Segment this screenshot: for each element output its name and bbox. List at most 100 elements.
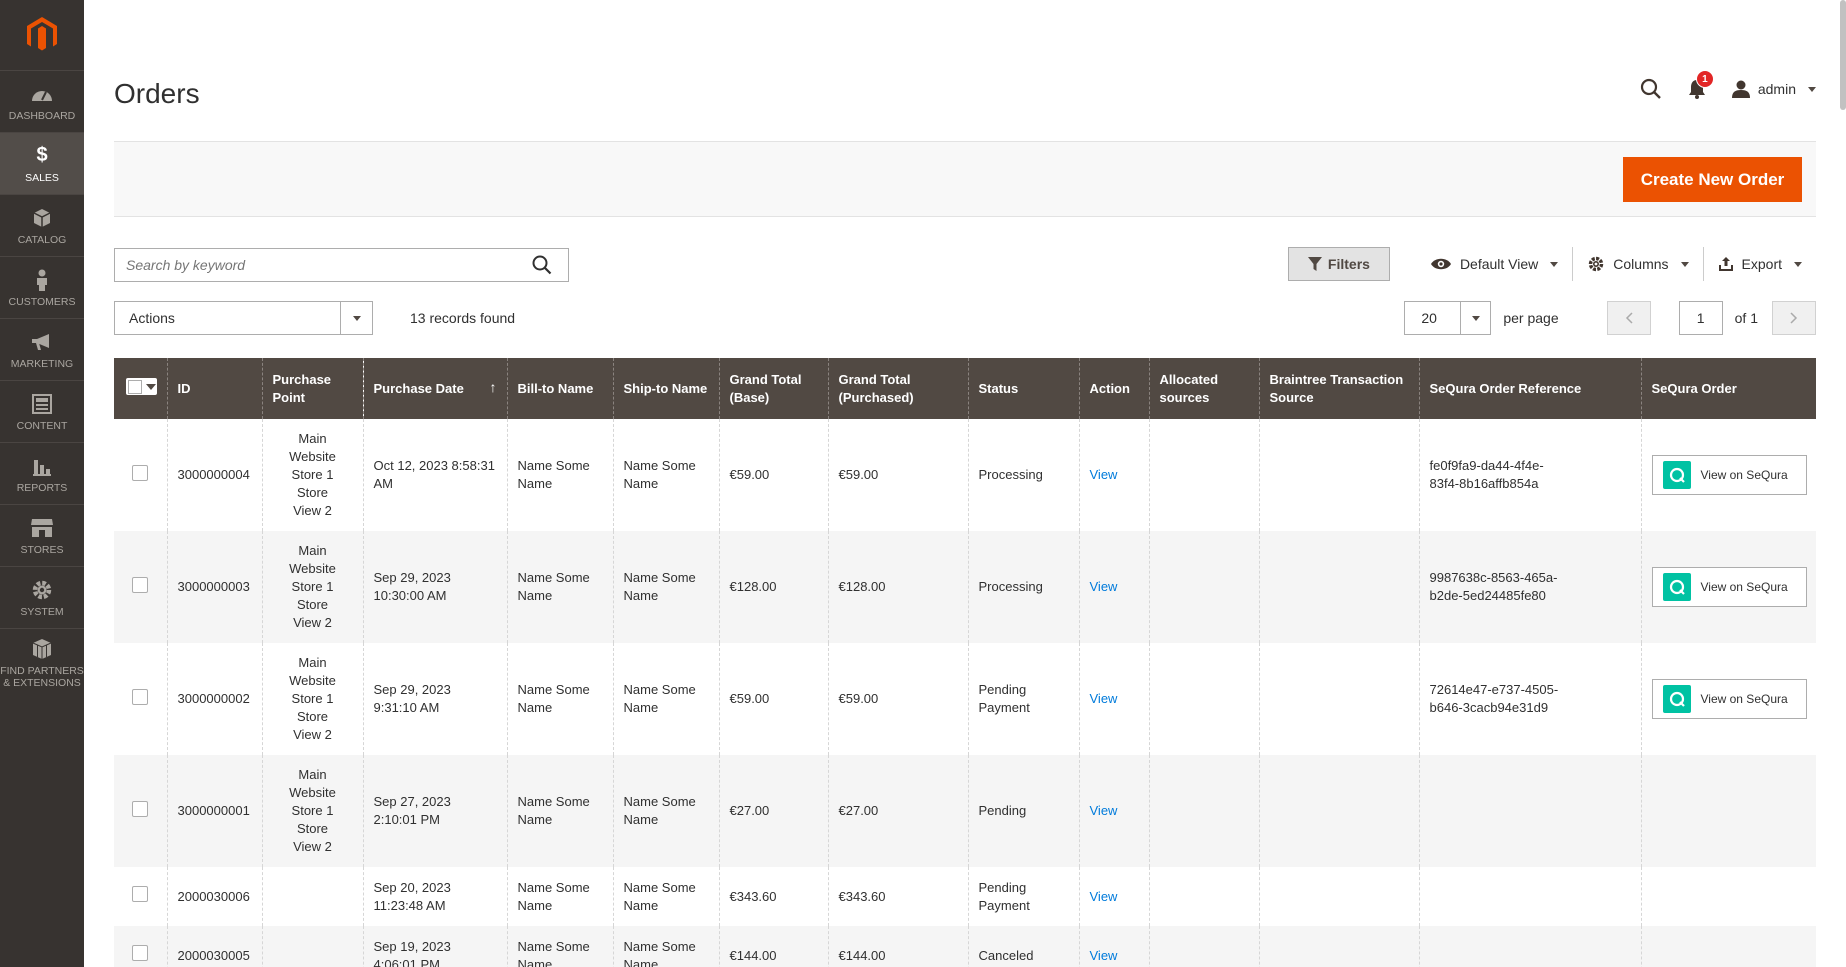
view-on-sequra-button[interactable]: View on SeQura [1651, 455, 1807, 495]
page-title: Orders [114, 78, 200, 109]
table-row[interactable]: 3000000003 Main Website Store 1 Store View 2… [114, 531, 1816, 643]
default-view-label: Default View [1459, 256, 1539, 272]
column-header-allocated-sources[interactable]: Allocated sources [1148, 358, 1259, 419]
bar-chart-icon [32, 454, 52, 478]
purchase-point-store: Store 1 [291, 803, 334, 818]
grand-total-base: €144.00 [729, 947, 777, 963]
previous-page-button[interactable] [1606, 301, 1651, 335]
view-order-link[interactable]: View [1090, 889, 1118, 904]
sequra-reference-line-2: b2de-5ed24485fe80 [1429, 588, 1546, 603]
sidebar-item-content[interactable]: CONTENT [0, 380, 84, 442]
search-input[interactable] [115, 249, 515, 281]
table-row[interactable]: 2000030005 Sep 19, 2023 4:06:01 PM Name S… [114, 926, 1816, 967]
table-row[interactable]: 3000000001 Main Website Store 1 Store View 2… [114, 755, 1816, 867]
default-view-dropdown[interactable]: Default View [1416, 247, 1572, 281]
columns-dropdown[interactable]: Columns [1573, 247, 1702, 281]
purchase-date-label: Purchase Date [373, 380, 464, 396]
row-checkbox[interactable] [132, 945, 148, 961]
gear-icon [31, 578, 53, 602]
view-order-link[interactable]: View [1090, 579, 1118, 594]
column-header-sequra-reference[interactable]: SeQura Order Reference [1418, 358, 1641, 419]
purchase-date-cell: Sep 20, 2023 11:23:48 AM [362, 867, 507, 926]
column-header-grand-total-base[interactable]: Grand Total (Base) [718, 358, 828, 419]
view-order-link[interactable]: View [1090, 948, 1118, 963]
notifications-bell-icon[interactable]: 1 [1688, 70, 1714, 99]
grid-header-row: ID Purchase Point Purchase Date ↑ Bill-to… [114, 358, 1816, 419]
purchase-point-view: View 2 [293, 839, 332, 854]
sidebar-item-find-partners[interactable]: FIND PARTNERS & EXTENSIONS [0, 628, 84, 696]
create-new-order-button[interactable]: Create New Order [1623, 157, 1802, 202]
sidebar-item-dashboard[interactable]: DASHBOARD [0, 70, 84, 132]
sidebar-item-marketing[interactable]: MARKETING [0, 318, 84, 380]
sidebar-item-label: MARKETING [10, 357, 74, 370]
table-row[interactable]: 3000000002 Main Website Store 1 Store View 2… [114, 643, 1816, 755]
global-search-icon[interactable] [1640, 78, 1662, 100]
ship-to-name-line-2: Name [623, 476, 659, 491]
sequra-order-cell: View on SeQura [1640, 419, 1816, 531]
status-cell: Canceled [967, 926, 1079, 967]
ship-to-name-cell: Name Some Name [612, 419, 719, 531]
grand-total-base: €27.00 [729, 803, 770, 818]
row-checkbox[interactable] [132, 688, 148, 705]
purchase-point-cell: Main Website Store 1 Store View 2 [261, 419, 363, 531]
row-checkbox[interactable] [132, 886, 148, 902]
row-checkbox[interactable] [132, 800, 148, 817]
export-dropdown[interactable]: Export [1704, 247, 1816, 281]
column-header-purchase-point[interactable]: Purchase Point [261, 358, 363, 419]
next-page-button[interactable] [1772, 301, 1816, 335]
order-status: Processing [978, 579, 1043, 594]
allocated-sources-cell [1148, 419, 1259, 531]
view-order-link[interactable]: View [1090, 803, 1118, 818]
purchase-date-cell: Sep 29, 2023 9:31:10 AM [362, 643, 507, 755]
row-checkbox[interactable] [132, 464, 148, 481]
row-select-cell [114, 926, 167, 967]
mass-actions-select[interactable]: Actions [114, 301, 373, 335]
order-status-line-2: Payment [978, 700, 1030, 715]
purchase-point-website: Main [298, 431, 327, 446]
grand-total-purchased-cell: €343.60 [827, 867, 968, 926]
column-header-status[interactable]: Status [967, 358, 1079, 419]
filters-button[interactable]: Filters [1287, 247, 1390, 281]
search-icon[interactable] [532, 255, 552, 278]
view-on-sequra-button[interactable]: View on SeQura [1651, 679, 1807, 719]
pagination: 20 per page 1 of 1 [1404, 301, 1816, 335]
page-scrollbar[interactable] [1840, 0, 1846, 110]
sidebar-item-customers[interactable]: CUSTOMERS [0, 256, 84, 318]
page-number-input[interactable]: 1 [1678, 301, 1723, 335]
magento-logo[interactable] [0, 0, 84, 70]
table-row[interactable]: 2000030006 Sep 20, 2023 11:23:48 AM Name … [114, 867, 1816, 926]
view-on-sequra-button[interactable]: View on SeQura [1651, 567, 1807, 607]
purchase-point-cell: Main Website Store 1 Store View 2 [261, 755, 363, 867]
column-header-id[interactable]: ID [166, 358, 262, 419]
column-header-purchase-date[interactable]: Purchase Date ↑ [362, 358, 507, 419]
export-icon [1718, 257, 1733, 271]
braintree-source-cell [1258, 419, 1419, 531]
view-order-link[interactable]: View [1090, 691, 1118, 706]
grand-total-base-cell: €59.00 [718, 643, 828, 755]
per-page-select[interactable]: 20 [1404, 301, 1492, 335]
sidebar-item-stores[interactable]: STORES [0, 504, 84, 566]
bill-to-name-line-2: Name [517, 812, 553, 827]
purchase-point-store: Store 1 [291, 467, 334, 482]
purchase-date-line-1: Sep 19, 2023 [373, 938, 451, 954]
column-header-grand-total-purchased[interactable]: Grand Total (Purchased) [827, 358, 968, 419]
row-checkbox[interactable] [132, 576, 148, 593]
view-order-link[interactable]: View [1090, 467, 1118, 482]
orders-grid: ID Purchase Point Purchase Date ↑ Bill-to… [114, 358, 1816, 967]
column-header-bill-to-name[interactable]: Bill-to Name [506, 358, 613, 419]
bill-to-name-line-1: Name Some [517, 938, 590, 954]
column-header-braintree-source[interactable]: Braintree Transaction Source [1258, 358, 1419, 419]
column-header-ship-to-name[interactable]: Ship-to Name [612, 358, 719, 419]
grand-total-base-cell: €59.00 [718, 419, 828, 531]
mass-select-checkbox[interactable] [126, 378, 157, 396]
sidebar-item-sales[interactable]: $ SALES [0, 132, 84, 194]
sequra-reference-line-1: fe0f9fa9-da44-4f4e- [1429, 458, 1544, 473]
user-icon [1731, 80, 1750, 98]
table-row[interactable]: 3000000004 Main Website Store 1 Store View 2… [114, 419, 1816, 531]
sequra-order-cell [1640, 755, 1816, 867]
sidebar-item-reports[interactable]: REPORTS [0, 442, 84, 504]
sidebar-item-system[interactable]: SYSTEM [0, 566, 84, 628]
admin-user-menu[interactable]: admin [1731, 80, 1816, 98]
sidebar-item-catalog[interactable]: CATALOG [0, 194, 84, 256]
action-cell: View [1078, 643, 1149, 755]
